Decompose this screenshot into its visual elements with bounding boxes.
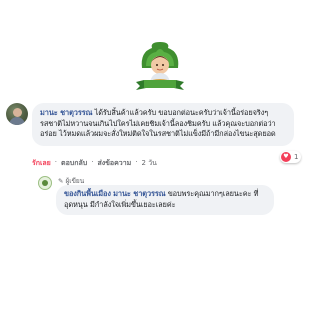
comment-bubble: มานะ ชาตุวรรณ ได้รับสิ้นค้าแล้วครับ ขอบอ… (32, 103, 294, 146)
reply-mention-link[interactable]: มานะ ชาตุวรรณ (113, 189, 165, 198)
comment-thread: มานะ ชาตุวรรณ ได้รับสิ้นค้าแล้วครับ ขอบอ… (0, 0, 320, 320)
reaction-badge[interactable]: ♥ 1 (280, 151, 302, 163)
send-message-button[interactable]: ส่งข้อความ (97, 158, 131, 169)
avatar[interactable] (6, 103, 28, 125)
comment-timestamp[interactable]: 2 วัน (142, 158, 157, 169)
love-reaction-button[interactable]: รักเลย (32, 158, 51, 169)
reaction-count: 1 (294, 153, 299, 161)
reply-button[interactable]: ตอบกลับ (61, 158, 87, 169)
community-logo-icon (130, 38, 190, 98)
reply-bubble: ของกินพื้นเมือง มานะ ชาตุวรรณ ขอบพระคุณม… (56, 185, 274, 215)
heart-icon: ♥ (281, 152, 291, 162)
avatar[interactable] (38, 176, 52, 190)
comment-author-link[interactable]: มานะ ชาตุวรรณ (40, 108, 92, 117)
reply-author-link[interactable]: ของกินพื้นเมือง (64, 189, 111, 198)
comment-actions: รักเลย · ตอบกลับ · ส่งข้อความ · 2 วัน (32, 158, 157, 169)
pencil-icon: ✎ (58, 177, 64, 185)
